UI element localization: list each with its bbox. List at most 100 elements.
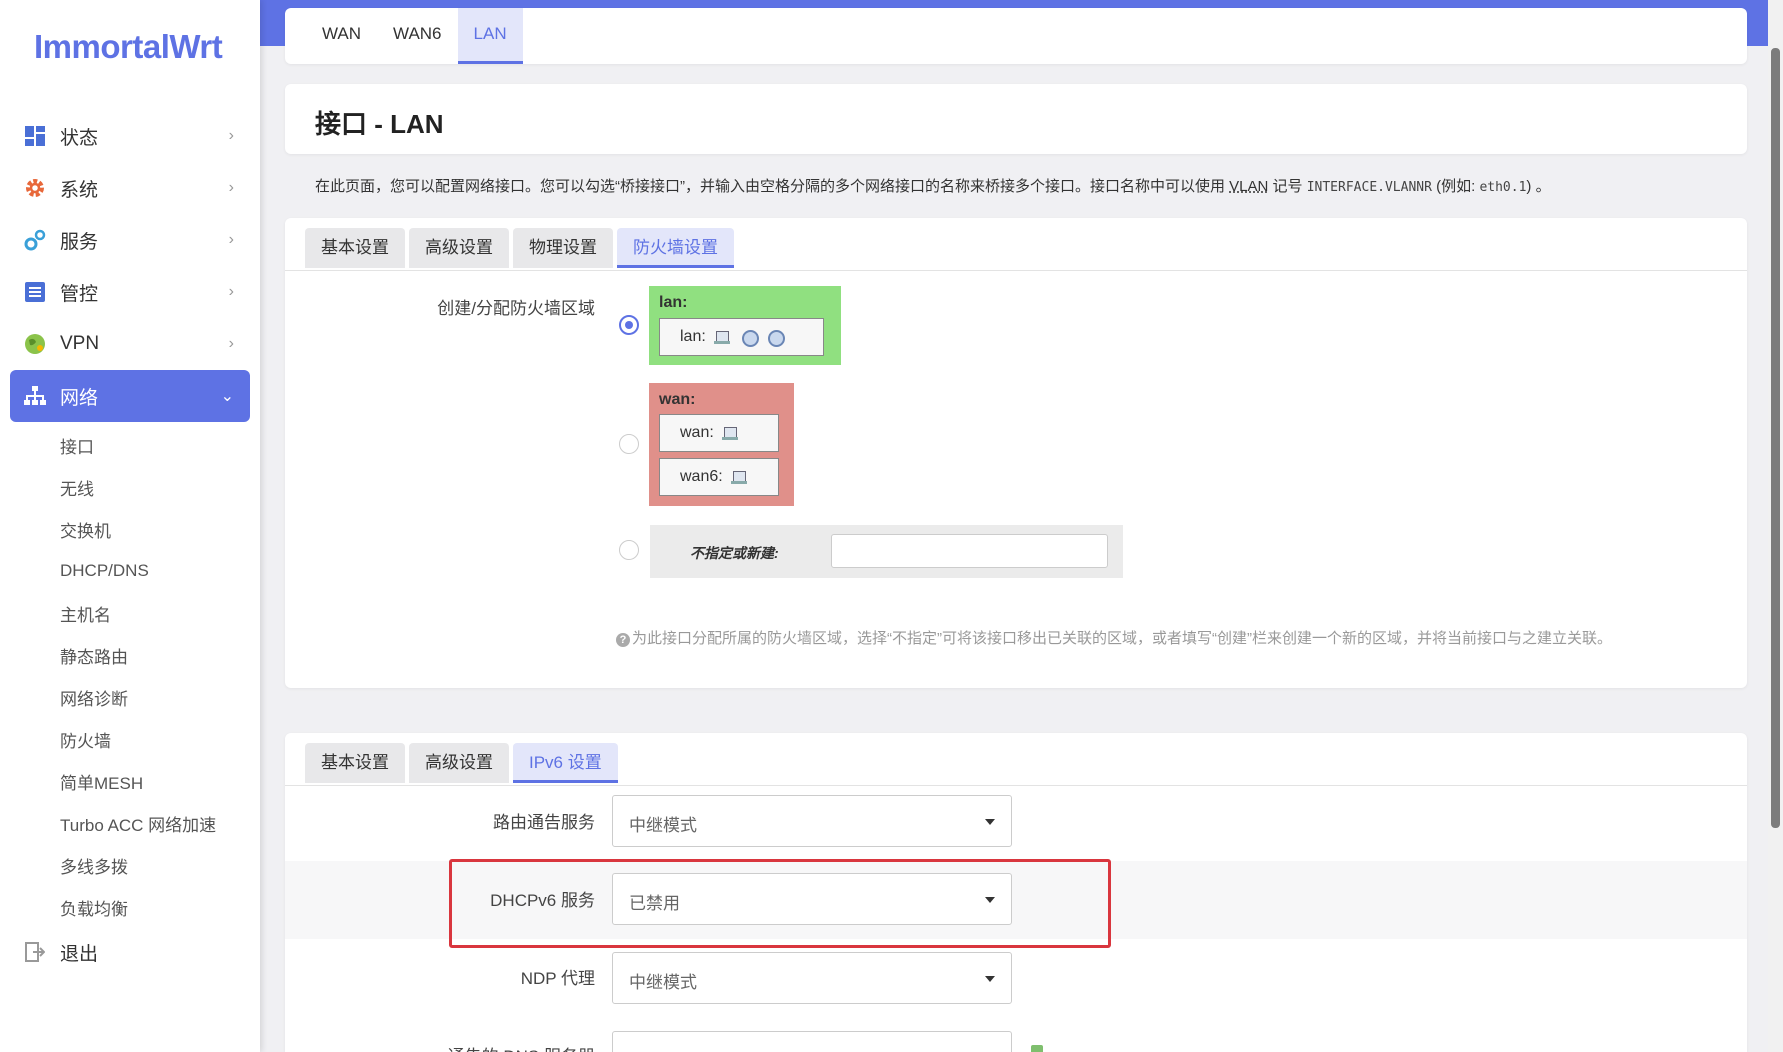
submenu-item-static-routes[interactable]: 静态路由	[60, 634, 260, 676]
ra-service-select[interactable]: 中继模式	[612, 795, 1012, 847]
submenu-item-firewall[interactable]: 防火墙	[60, 718, 260, 760]
tab-basic-settings[interactable]: 基本设置	[305, 228, 405, 268]
new-zone-label: 不指定或新建:	[690, 545, 779, 561]
interface-tabs: WAN WAN6 LAN	[285, 8, 1747, 64]
menu-item-status[interactable]: 状态 ›	[10, 110, 250, 162]
network-lan-label: lan:	[680, 328, 706, 345]
menu-label: 服务	[60, 231, 99, 253]
menu-item-services[interactable]: 服务 ›	[10, 214, 250, 266]
tab-firewall-settings[interactable]: 防火墙设置	[617, 228, 734, 268]
submenu-item-diagnostics[interactable]: 网络诊断	[60, 676, 260, 718]
highlight-annotation-box	[449, 859, 1111, 948]
zone-wan-radio[interactable]	[619, 434, 639, 454]
wireless-icon	[766, 329, 785, 347]
dns-servers-input[interactable]	[612, 1031, 1012, 1052]
code-text: eth0.1	[1479, 180, 1527, 195]
zone-new: 不指定或新建:	[650, 525, 1123, 578]
zone-lan-radio[interactable]	[619, 315, 639, 335]
submenu-item-dhcp-dns[interactable]: DHCP/DNS	[60, 550, 260, 592]
zone-lan-name: lan:	[659, 294, 688, 311]
submenu-item-turbo-acc[interactable]: Turbo ACC 网络加速	[60, 802, 260, 844]
zone-new-radio[interactable]	[619, 540, 639, 560]
menu-label: VPN	[60, 333, 100, 354]
submenu-item-hostnames[interactable]: 主机名	[60, 592, 260, 634]
zone-lan-network: lan:	[659, 318, 824, 356]
tab-dhcp-advanced[interactable]: 高级设置	[409, 743, 509, 783]
desc-text: ) 。	[1526, 178, 1551, 195]
dashboard-icon	[24, 125, 46, 147]
caret-down-icon	[985, 976, 995, 982]
page-title: 接口 - LAN	[315, 109, 444, 139]
submenu-item-multiwan[interactable]: 多线多拨	[60, 844, 260, 886]
tab-divider	[285, 785, 1747, 786]
chevron-right-icon: ›	[228, 335, 234, 352]
services-icon	[24, 229, 46, 251]
vlan-abbr: VLAN	[1229, 178, 1269, 195]
menu-label: 退出	[60, 943, 99, 965]
chevron-right-icon: ›	[228, 179, 234, 196]
select-value: 中继模式	[629, 816, 697, 835]
zone-lan[interactable]: lan: lan:	[649, 286, 841, 365]
firewall-zone-label: 创建/分配防火墙区域	[437, 299, 595, 318]
ndp-proxy-select[interactable]: 中继模式	[612, 952, 1012, 1004]
zone-wan[interactable]: wan: wan: wan6:	[649, 383, 794, 506]
page-description: 在此页面，您可以配置网络接口。您可以勾选“桥接接口”，并输入由空格分隔的多个网络…	[315, 175, 1551, 196]
add-icon[interactable]	[1027, 1043, 1047, 1052]
app-logo[interactable]: ImmortalWrt	[34, 28, 223, 66]
dhcp-tabs: 基本设置 高级设置 IPv6 设置	[305, 743, 618, 783]
tab-divider	[285, 270, 1747, 271]
caret-down-icon	[985, 819, 995, 825]
zone-wan6-network: wan6:	[659, 458, 779, 496]
menu-item-system[interactable]: 系统 ›	[10, 162, 250, 214]
network-wan-label: wan:	[680, 424, 714, 441]
new-zone-input[interactable]	[831, 534, 1108, 568]
page-scrollbar[interactable]	[1768, 0, 1783, 1052]
ra-service-label: 路由通告服务	[493, 813, 595, 832]
chevron-right-icon: ›	[228, 283, 234, 300]
tab-advanced-settings[interactable]: 高级设置	[409, 228, 509, 268]
network-wan6-label: wan6:	[680, 468, 723, 485]
submenu-item-switch[interactable]: 交换机	[60, 508, 260, 550]
submenu-item-interfaces[interactable]: 接口	[60, 424, 260, 466]
tab-wan[interactable]: WAN	[306, 8, 377, 64]
tab-physical-settings[interactable]: 物理设置	[513, 228, 613, 268]
help-icon: ?	[616, 633, 630, 647]
menu-label: 系统	[60, 179, 99, 201]
tab-wan6[interactable]: WAN6	[377, 8, 458, 64]
config-tabs: 基本设置 高级设置 物理设置 防火墙设置	[305, 228, 734, 268]
desc-text: (例如:	[1431, 178, 1480, 195]
logout-icon	[24, 941, 46, 963]
scrollbar-thumb[interactable]	[1771, 48, 1780, 828]
desc-text: 在此页面，您可以配置网络接口。您可以勾选“桥接接口”，并输入由空格分隔的多个网络…	[315, 178, 1230, 195]
menu-label: 管控	[60, 283, 99, 305]
submenu-item-load-balance[interactable]: 负载均衡	[60, 886, 260, 928]
wireless-icon	[740, 329, 759, 347]
chevron-right-icon: ›	[228, 231, 234, 248]
sidebar: ImmortalWrt 状态 › 系统 › 服务 › 管控 › VPN › 网络…	[0, 0, 260, 1052]
gear-icon	[24, 177, 46, 199]
menu-label: 状态	[60, 127, 99, 149]
firewall-help-text: ? 为此接口分配所属的防火墙区域，选择“不指定”可将该接口移出已关联的区域，或者填…	[616, 627, 1612, 648]
submenu-item-easymesh[interactable]: 简单MESH	[60, 760, 260, 802]
tab-dhcp-basic[interactable]: 基本设置	[305, 743, 405, 783]
menu-label: 网络	[60, 387, 99, 409]
menu-item-network[interactable]: 网络 ⌄	[10, 370, 250, 422]
desc-text: 记号	[1268, 178, 1307, 195]
tab-ipv6-settings[interactable]: IPv6 设置	[513, 743, 618, 783]
menu-item-control[interactable]: 管控 ›	[10, 266, 250, 318]
submenu-item-wireless[interactable]: 无线	[60, 466, 260, 508]
title-card: 接口 - LAN	[285, 84, 1747, 154]
ethernet-port-icon	[713, 329, 732, 345]
interface-config-section: 基本设置 高级设置 物理设置 防火墙设置	[285, 218, 1747, 688]
zone-wan-network: wan:	[659, 414, 779, 452]
tab-lan[interactable]: LAN	[457, 8, 523, 64]
code-text: INTERFACE.VLANNR	[1306, 180, 1432, 195]
ethernet-port-icon	[730, 469, 749, 485]
menu-item-logout[interactable]: 退出	[10, 926, 250, 978]
select-value: 中继模式	[629, 973, 697, 992]
chevron-down-icon: ⌄	[220, 388, 234, 405]
network-icon	[24, 385, 46, 407]
main-menu: 状态 › 系统 › 服务 › 管控 › VPN › 网络 ⌄	[10, 110, 250, 422]
menu-item-vpn[interactable]: VPN ›	[10, 318, 250, 370]
control-icon	[24, 281, 46, 303]
